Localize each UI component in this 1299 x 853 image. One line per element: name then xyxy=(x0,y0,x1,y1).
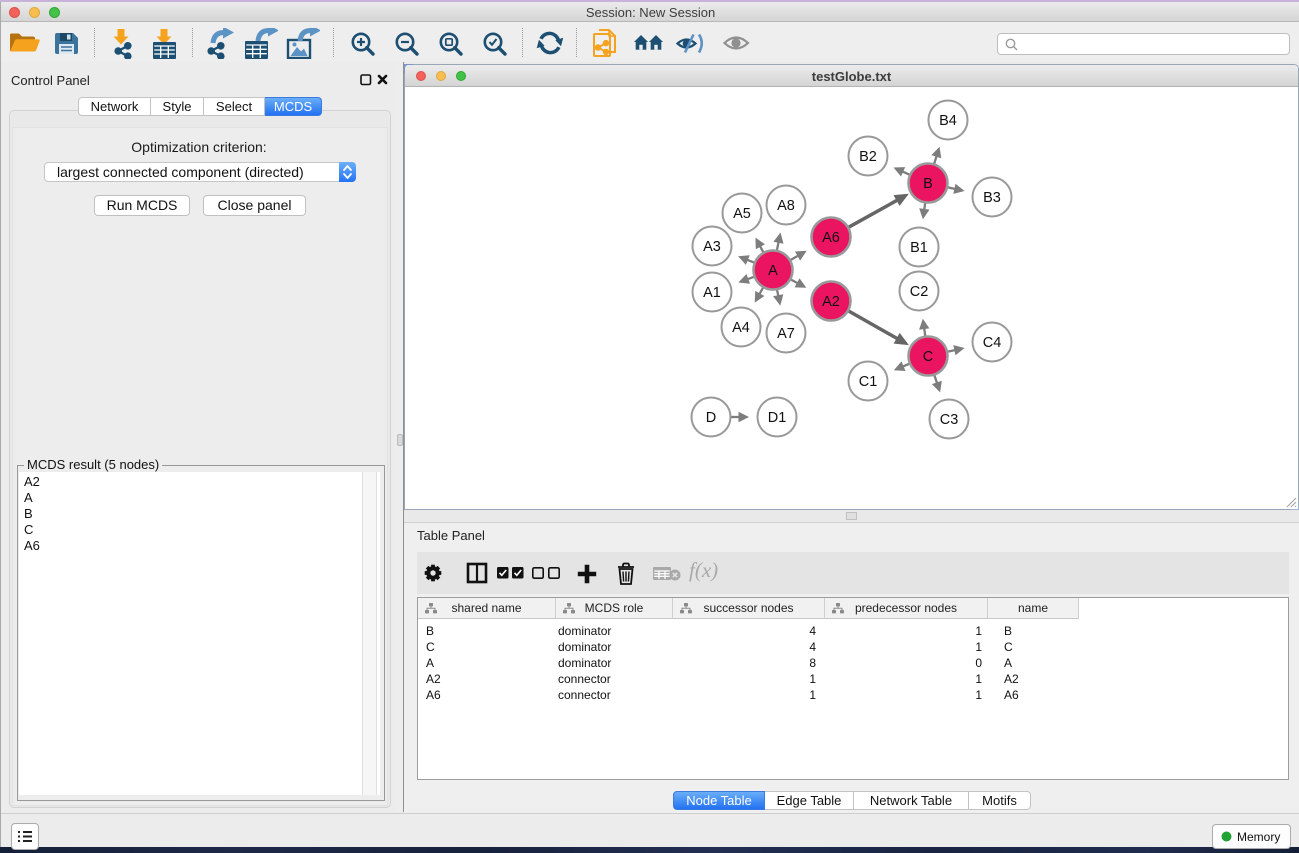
svg-text:A4: A4 xyxy=(732,320,750,336)
svg-text:B4: B4 xyxy=(939,113,957,129)
svg-text:A1: A1 xyxy=(703,285,721,301)
svg-text:C2: C2 xyxy=(909,284,928,300)
svg-text:A: A xyxy=(768,263,778,279)
svg-text:A6: A6 xyxy=(822,230,840,246)
svg-text:A8: A8 xyxy=(777,198,795,214)
svg-text:C: C xyxy=(922,349,932,365)
svg-text:A7: A7 xyxy=(777,326,795,342)
svg-text:C3: C3 xyxy=(939,412,958,428)
svg-text:B1: B1 xyxy=(910,240,928,256)
svg-text:D: D xyxy=(705,410,715,426)
svg-text:B2: B2 xyxy=(859,149,877,165)
svg-text:B: B xyxy=(923,176,933,192)
svg-text:D1: D1 xyxy=(767,410,786,426)
svg-text:B3: B3 xyxy=(983,190,1001,206)
svg-text:A3: A3 xyxy=(703,239,721,255)
svg-text:C1: C1 xyxy=(858,374,877,390)
svg-text:C4: C4 xyxy=(982,335,1001,351)
svg-text:A2: A2 xyxy=(822,294,840,310)
svg-text:A5: A5 xyxy=(733,206,751,222)
